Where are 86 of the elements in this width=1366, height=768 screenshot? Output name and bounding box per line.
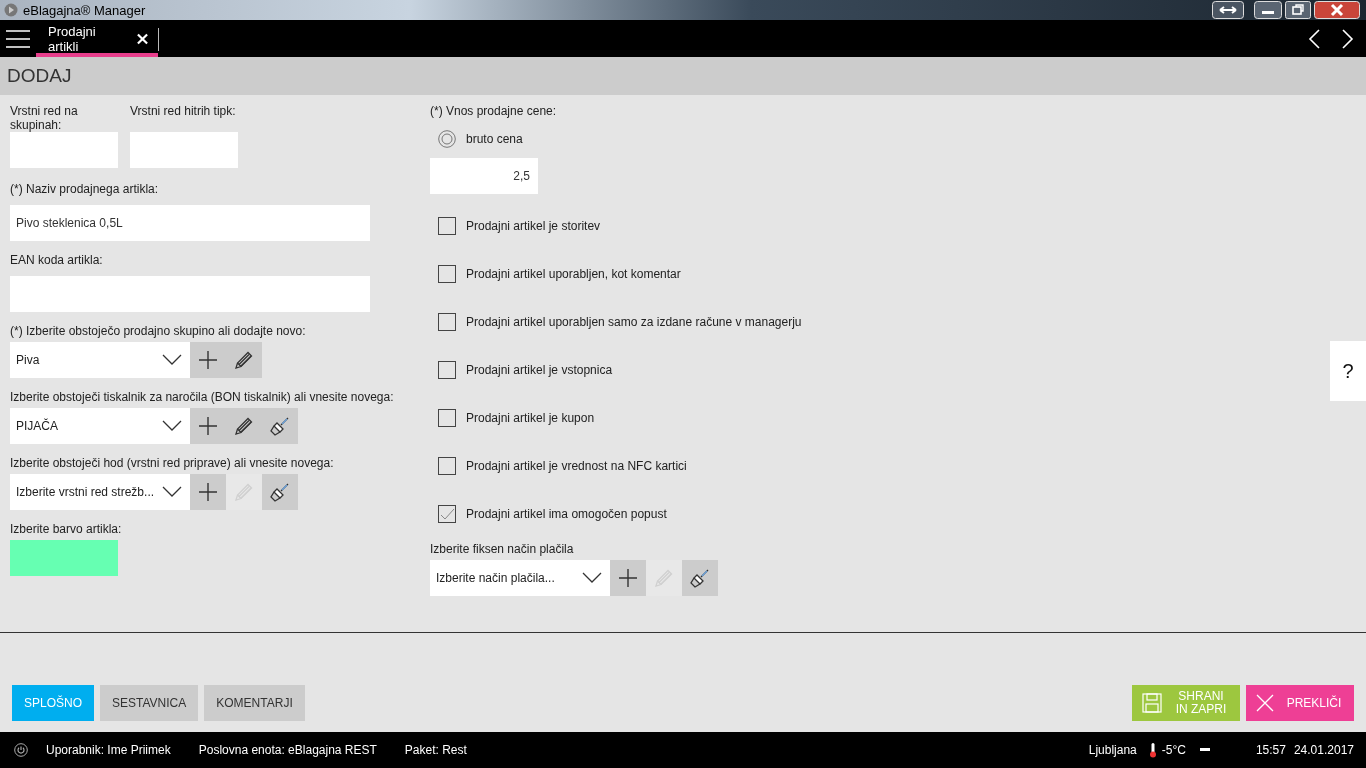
time-label: 15:57 [1255, 743, 1286, 757]
menu-icon[interactable] [5, 28, 31, 49]
brush-icon [269, 481, 291, 503]
checkbox[interactable] [438, 457, 456, 475]
pencil-icon [233, 415, 255, 437]
user-label: Uporabnik: Ime Priimek [46, 743, 171, 757]
pencil-icon [233, 349, 255, 371]
close-button[interactable] [1314, 1, 1360, 19]
field-label: (*) Vnos prodajne cene: [430, 104, 558, 118]
checkbox-label: Prodajni artikel je vstopnica [466, 363, 613, 377]
input-field[interactable] [10, 132, 118, 168]
section-tab[interactable]: KOMENTARJI [204, 685, 305, 721]
window-title: eBlagajna® Manager [23, 2, 147, 18]
close-icon [1256, 694, 1274, 712]
checkbox[interactable] [438, 217, 456, 235]
field-label: (*) Naziv prodajnega artikla: [10, 182, 160, 196]
chevron-down-icon [162, 486, 182, 498]
checkbox-label: Prodajni artikel je kupon [466, 411, 595, 425]
checkbox[interactable] [438, 313, 456, 331]
checkbox[interactable] [438, 265, 456, 283]
add-button[interactable] [190, 342, 226, 378]
page-title: DODAJ [7, 65, 72, 87]
brush-icon [269, 415, 291, 437]
cancel-button[interactable]: PREKLIČI [1246, 685, 1354, 721]
checkbox[interactable] [438, 505, 456, 523]
radio-button[interactable] [438, 130, 456, 148]
dropdown[interactable]: Izberite vrstni red strežb... [10, 474, 190, 510]
brush-icon [689, 567, 711, 589]
chevron-down-icon [582, 572, 602, 584]
brush-button[interactable] [262, 408, 298, 444]
pencil-icon [653, 567, 675, 589]
dropdown[interactable]: Izberite način plačila... [430, 560, 610, 596]
field-label: Vrstni red na skupinah: [10, 104, 79, 132]
section-tab[interactable]: SESTAVNICA [100, 685, 199, 721]
package-label: Paket: Rest [404, 743, 467, 757]
app-logo-icon [4, 3, 18, 17]
unit-label: Poslovna enota: eBlagajna REST [198, 743, 377, 757]
maximize-button[interactable] [1285, 1, 1311, 19]
input-field[interactable]: Pivo steklenica 0,5L [10, 205, 370, 241]
temperature-label: -5°C [1161, 743, 1186, 757]
checkbox-label: Prodajni artikel je storitev [466, 219, 601, 233]
checkbox-label: Prodajni artikel je vrednost na NFC kartici [466, 459, 687, 473]
input-field[interactable] [130, 132, 238, 168]
field-label: Izberite barvo artikla: [10, 522, 123, 536]
brush-button[interactable] [682, 560, 718, 596]
checkbox[interactable] [438, 409, 456, 427]
plus-icon [198, 350, 218, 370]
dropdown[interactable]: Piva [10, 342, 190, 378]
edit-button[interactable] [226, 342, 262, 378]
pencil-icon [233, 481, 255, 503]
checkbox-label: Prodajni artikel uporabljen samo za izdane račune v managerju [466, 315, 802, 329]
chevron-down-icon [162, 354, 182, 366]
field-label: Vrstni red hitrih tipk: [130, 104, 237, 120]
minus-icon [1199, 748, 1210, 752]
minimize-button[interactable] [1254, 1, 1282, 19]
radio-label: bruto cena [466, 132, 523, 146]
add-button[interactable] [190, 408, 226, 444]
chevron-down-icon [162, 420, 182, 432]
city-label: Ljubljana [1088, 743, 1137, 757]
save-icon [1142, 693, 1162, 713]
thermometer-icon [1148, 742, 1157, 758]
plus-icon [198, 482, 218, 502]
add-button[interactable] [190, 474, 226, 510]
input-field[interactable] [10, 276, 370, 312]
checkbox[interactable] [438, 361, 456, 379]
plus-icon [198, 416, 218, 436]
dropdown[interactable]: PIJAČA [10, 408, 190, 444]
brush-button[interactable] [262, 474, 298, 510]
field-label: EAN koda artikla: [10, 253, 104, 267]
checkbox-label: Prodajni artikel ima omogočen popust [466, 507, 667, 521]
help-button[interactable]: ? [1330, 341, 1366, 401]
color-swatch[interactable] [10, 540, 118, 576]
add-button[interactable] [610, 560, 646, 596]
date-label: 24.01.2017 [1293, 743, 1354, 757]
chevron-left-icon[interactable] [1308, 28, 1320, 49]
field-label: Izberite obstoječi tiskalnik za naročila (BON tiskalnik) ali vnesite novega: [10, 390, 395, 404]
checkbox-label: Prodajni artikel uporabljen, kot komentar [466, 267, 681, 281]
field-label: Izberite obstoječi hod (vrstni red priprave) ali vnesite novega: [10, 456, 335, 470]
price-input[interactable]: 2,5 [430, 158, 538, 194]
field-label: Izberite fiksen način plačila [430, 542, 575, 556]
field-label: (*) Izberite obstoječo prodajno skupino ali dodajte novo: [10, 324, 307, 338]
close-icon[interactable] [137, 32, 148, 45]
chevron-right-icon[interactable] [1342, 28, 1354, 49]
plus-icon [618, 568, 638, 588]
resize-button[interactable] [1212, 1, 1244, 19]
power-icon[interactable] [14, 743, 28, 757]
